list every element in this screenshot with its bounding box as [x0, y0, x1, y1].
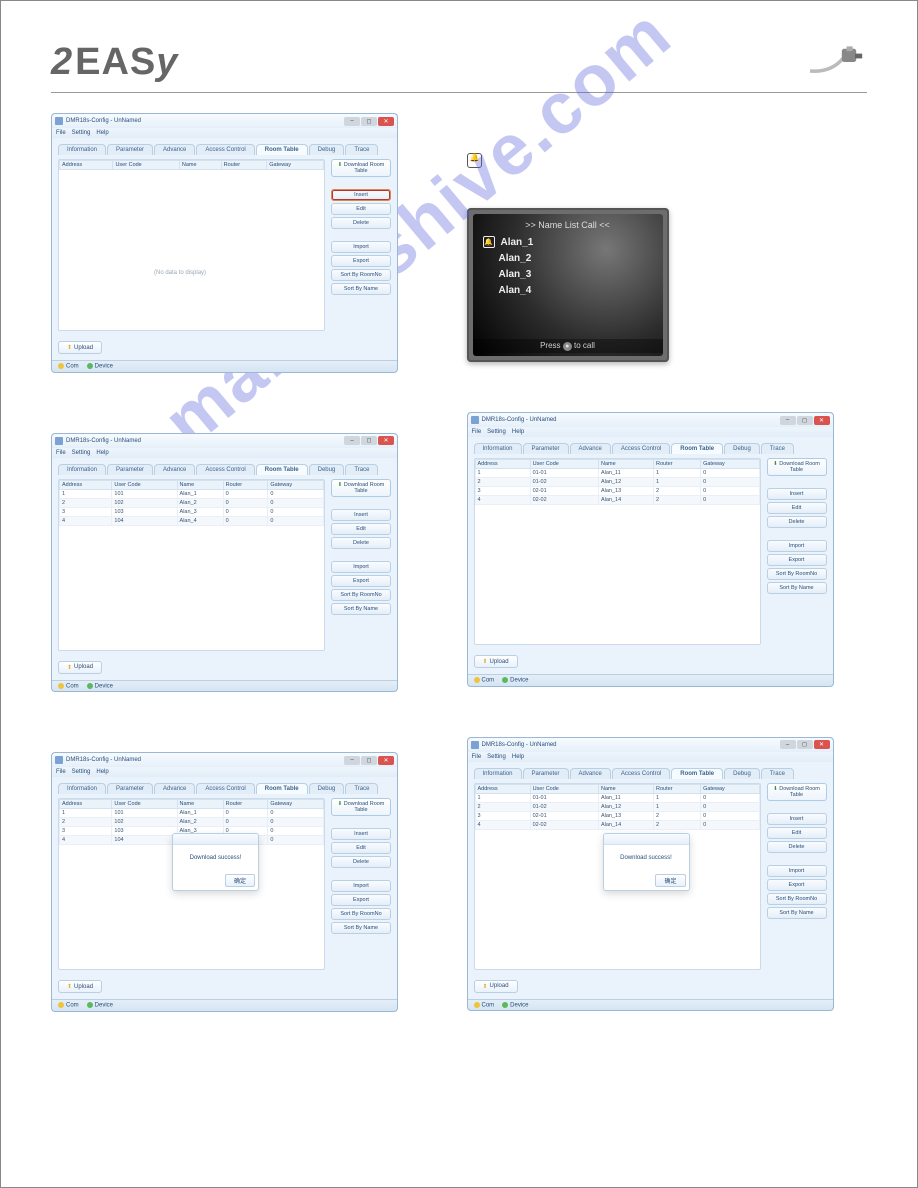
bell-icon — [467, 153, 482, 168]
table-row: 101-01Alan_1110 — [475, 469, 759, 478]
tab-access-control[interactable]: Access Control — [196, 144, 254, 155]
export-button[interactable]: Export — [331, 255, 391, 267]
sort-room-button[interactable]: Sort By RoomNo — [331, 269, 391, 281]
tab-trace[interactable]: Trace — [345, 144, 378, 155]
config-window-1: DMR18s-Config - UnNamed –◻✕ File Setting H… — [51, 113, 398, 373]
tab-debug[interactable]: Debug — [309, 144, 345, 155]
room-table: AddressUser CodeNameRouterGateway 1101Al… — [58, 479, 325, 651]
tab-information[interactable]: Information — [58, 144, 106, 155]
table-row: 302-01Alan_1320 — [475, 487, 759, 496]
namelist-hint: Press ● to call — [473, 339, 663, 353]
namelist-item[interactable]: Alan_3 — [483, 269, 653, 280]
dialog-message: Download success! — [173, 845, 258, 871]
download-success-dialog: Download success! 确定 — [603, 833, 690, 891]
doc-header: 2EASy — [51, 41, 867, 93]
min-button[interactable]: – — [344, 117, 360, 126]
table-row: 1101Alan_100 — [60, 489, 324, 498]
table-row: 402-02Alan_1420 — [475, 496, 759, 505]
table-row: 2102Alan_200 — [60, 498, 324, 507]
config-window-4: DMR18s-Config - UnNamed–◻✕ FileSettingHe… — [467, 412, 834, 687]
table-row: 201-02Alan_1210 — [475, 478, 759, 487]
namelist-item[interactable]: Alan_4 — [483, 285, 653, 296]
tab-room-table[interactable]: Room Table — [256, 144, 308, 155]
connector-icon — [807, 42, 867, 84]
max-button[interactable]: ◻ — [361, 117, 377, 126]
namelist-item[interactable]: 🔔Alan_1 — [483, 236, 653, 248]
bell-icon: 🔔 — [483, 236, 495, 248]
menubar: File Setting Help — [52, 128, 397, 138]
tab-parameter[interactable]: Parameter — [107, 144, 153, 155]
namelist-title: >> Name List Call << — [483, 220, 653, 230]
table-row: 3103Alan_300 — [60, 507, 324, 516]
download-room-table-button[interactable]: Download Room Table — [331, 159, 391, 177]
tab-advance[interactable]: Advance — [154, 144, 195, 155]
room-table: AddressUser CodeNameRouterGateway (No da… — [58, 159, 325, 331]
edit-button[interactable]: Edit — [331, 203, 391, 215]
window-title: DMR18s-Config - UnNamed — [66, 118, 141, 124]
right-note — [467, 153, 868, 168]
config-window-5: DMR18s-Config - UnNamed–◻✕ FileSettingHe… — [467, 737, 834, 1012]
config-window-3: DMR18s-Config - UnNamed–◻✕ FileSettingHe… — [51, 752, 398, 1012]
table-row: 4104Alan_400 — [60, 516, 324, 525]
import-button[interactable]: Import — [331, 241, 391, 253]
menu-help[interactable]: Help — [96, 130, 108, 136]
menu-setting[interactable]: Setting — [72, 130, 91, 136]
tabs: Information Parameter Advance Access Con… — [58, 144, 391, 155]
namelist-item[interactable]: Alan_2 — [483, 253, 653, 264]
menu-file[interactable]: File — [56, 130, 66, 136]
brand-logo: 2EASy — [51, 41, 178, 84]
call-icon: ● — [563, 342, 572, 351]
name-list-device: >> Name List Call << 🔔Alan_1 Alan_2 Alan… — [467, 208, 669, 362]
sort-name-button[interactable]: Sort By Name — [331, 283, 391, 295]
dialog-ok-button[interactable]: 确定 — [655, 874, 685, 887]
config-window-2: DMR18s-Config - UnNamed–◻✕ FileSettingHe… — [51, 433, 398, 693]
delete-button[interactable]: Delete — [331, 217, 391, 229]
dialog-ok-button[interactable]: 确定 — [225, 874, 255, 887]
close-button[interactable]: ✕ — [378, 117, 394, 126]
download-success-dialog: Download success! 确定 — [172, 833, 259, 891]
empty-msg: (No data to display) — [154, 270, 206, 276]
upload-button[interactable]: Upload — [58, 341, 102, 354]
insert-button[interactable]: Insert — [331, 189, 391, 201]
